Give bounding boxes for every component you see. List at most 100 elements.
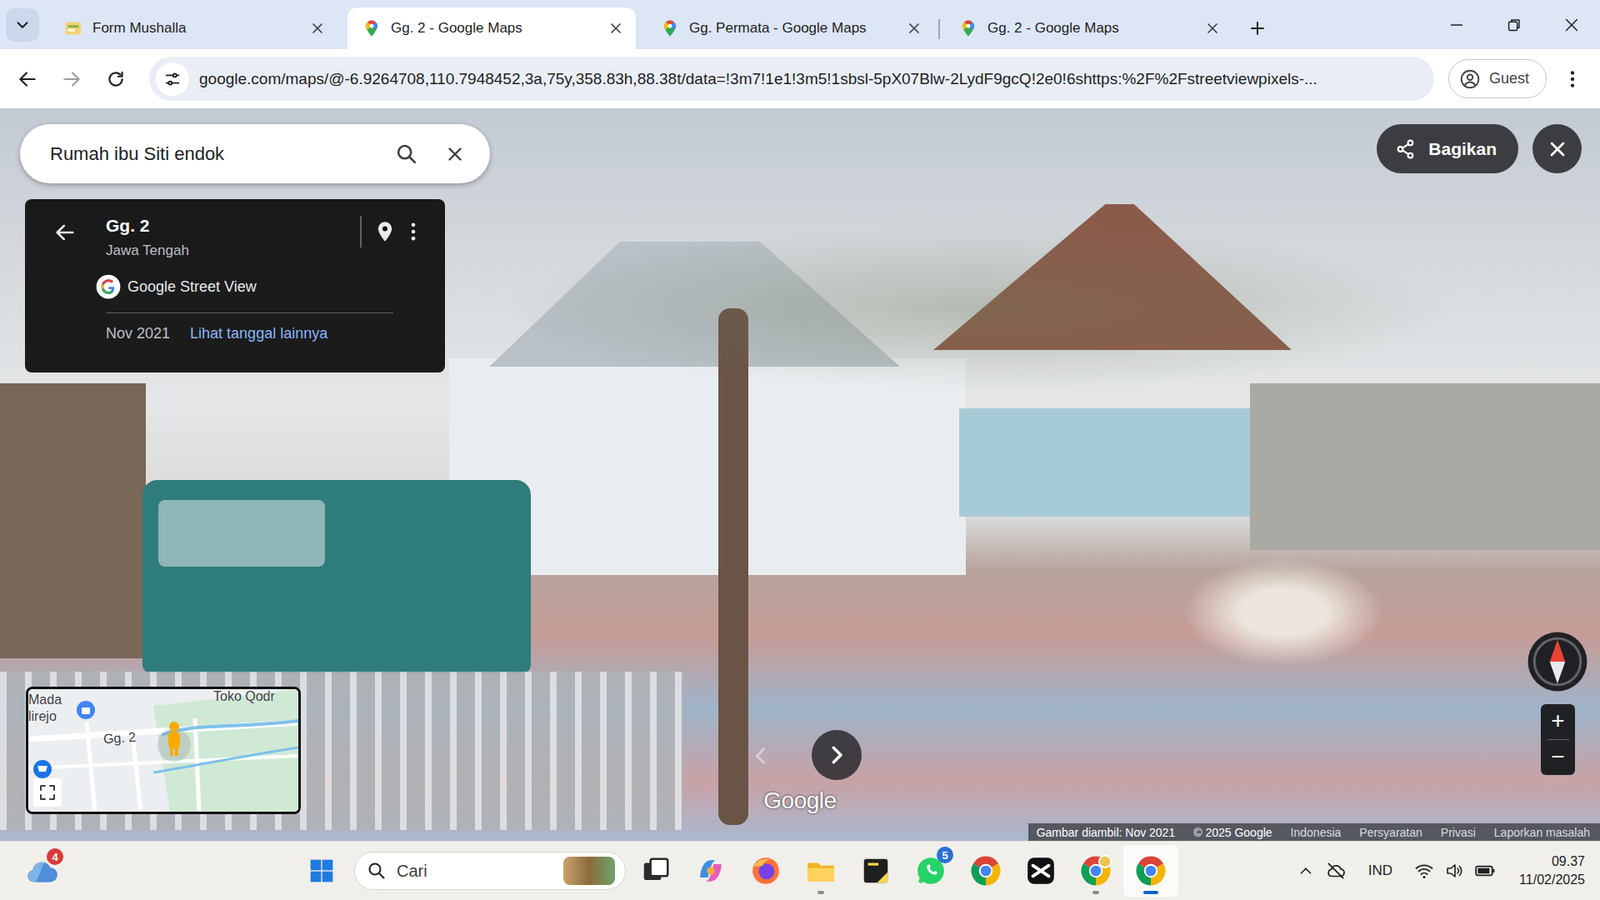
running-indicator (1092, 890, 1100, 895)
show-hidden-icons-icon[interactable] (1296, 861, 1315, 880)
clock-time: 09.37 (1551, 854, 1585, 870)
battery-icon[interactable] (1474, 860, 1496, 882)
forward-arrow-icon (53, 60, 90, 98)
source-label: Google Street View (127, 278, 257, 296)
zoom-out-button[interactable]: − (1550, 740, 1565, 775)
compass-icon[interactable] (1526, 630, 1589, 693)
other-dates-link[interactable]: Lihat tanggal lainnya (190, 325, 328, 343)
place-subtitle: Jawa Tengah (105, 242, 360, 260)
taskbar-app[interactable] (683, 845, 739, 897)
taskbar-app[interactable] (1068, 845, 1124, 897)
window-close-icon[interactable] (1542, 0, 1600, 50)
profile-icon (1459, 68, 1481, 90)
sticky-icon (860, 855, 892, 887)
map-label: lirejo (28, 709, 57, 725)
capcut-icon (1025, 855, 1057, 887)
form-icon (64, 19, 83, 38)
browser-tab[interactable]: Gg. Permata - Google Maps (645, 7, 935, 50)
place-title: Gg. 2 (105, 215, 360, 236)
tab-title: Gg. 2 - Google Maps (390, 20, 598, 37)
close-icon[interactable] (1204, 20, 1221, 37)
share-label: Bagikan (1428, 139, 1497, 160)
back-arrow-icon[interactable] (45, 215, 85, 250)
search-highlight-image[interactable] (563, 856, 615, 885)
browser-tab[interactable]: Gg. 2 - Google Maps (944, 7, 1233, 50)
google-maps-icon (959, 19, 978, 38)
taskbar-app[interactable] (793, 845, 849, 897)
clock[interactable]: 09.37 11/02/2025 (1519, 854, 1585, 888)
taskbar-app[interactable] (958, 845, 1014, 897)
more-options-icon[interactable] (401, 220, 425, 244)
taskbar-search[interactable]: Cari (354, 851, 626, 890)
profile-button[interactable]: Guest (1448, 59, 1547, 99)
clear-icon[interactable] (436, 135, 474, 173)
clock-date: 11/02/2025 (1519, 872, 1585, 888)
map-label: Mada (28, 692, 62, 708)
url-text[interactable]: google.com/maps/@-6.9264708,110.7948452,… (195, 70, 1421, 89)
zoom-control[interactable]: +− (1540, 704, 1575, 775)
chrome-profile-icon (1080, 855, 1112, 887)
zoom-in-button[interactable]: + (1550, 704, 1565, 740)
search-value[interactable]: Rumah ibu Siti endok (50, 143, 377, 165)
share-button[interactable]: Bagikan (1376, 124, 1519, 174)
footer-link[interactable]: Privasi (1440, 825, 1476, 840)
windows-start-icon[interactable] (296, 845, 347, 896)
place-card: Gg. 2Jawa TengahGoogle Street ViewNov 20… (25, 199, 445, 373)
close-icon[interactable] (607, 20, 625, 37)
running-indicator (1143, 890, 1159, 895)
input-language[interactable]: IND (1356, 862, 1405, 880)
minimize-icon[interactable] (1427, 0, 1485, 50)
reload-icon[interactable] (97, 60, 135, 98)
google-logo-icon (95, 274, 121, 300)
search-icon[interactable] (388, 135, 425, 173)
taskbar-app[interactable] (738, 845, 794, 897)
taskbar-app[interactable] (1013, 845, 1069, 897)
notification-badge: 4 (46, 848, 64, 865)
tab-title: Form Mushalla (92, 20, 300, 37)
explorer-icon (805, 855, 837, 887)
footer-link[interactable]: Laporkan masalah (1494, 825, 1590, 840)
onedrive-offline-icon[interactable] (1325, 860, 1347, 882)
street-view[interactable]: Rumah ibu Siti endok Gg. 2 Jawa Tengah Goog… (0, 108, 1600, 841)
close-icon[interactable] (309, 20, 326, 37)
search-box[interactable]: Rumah ibu Siti endok (20, 124, 490, 184)
taskbar-app[interactable]: 5 (903, 845, 959, 897)
chrome-icon (1135, 855, 1167, 887)
new-tab-plus-icon[interactable] (1247, 18, 1268, 39)
volume-icon[interactable] (1444, 860, 1465, 881)
expand-icon[interactable] (33, 778, 62, 807)
footer-link: Gambar diambil: Nov 2021 (1036, 825, 1176, 840)
search-placeholder[interactable]: Cari (396, 861, 554, 881)
map-label: Toko Qodr (213, 689, 275, 705)
profile-label: Guest (1489, 70, 1530, 88)
back-arrow-icon[interactable] (9, 60, 46, 98)
footer-link: © 2025 Google (1193, 825, 1272, 840)
site-info-icon[interactable] (155, 62, 190, 96)
taskbar-app[interactable] (1123, 845, 1179, 897)
taskbar-app[interactable] (848, 845, 904, 897)
chevron-right-icon[interactable] (811, 730, 862, 780)
map-pin-icon[interactable] (373, 220, 397, 244)
address-bar[interactable]: google.com/maps/@-6.9264708,110.7948452,… (149, 56, 1435, 101)
restore-icon[interactable] (1485, 0, 1543, 50)
notification-badge: 5 (936, 846, 954, 864)
wifi-icon[interactable] (1414, 860, 1435, 881)
taskbar-app[interactable] (628, 845, 684, 897)
menu-kebab-icon[interactable] (1554, 60, 1591, 98)
tab-search-button[interactable] (5, 8, 40, 42)
chrome-icon (970, 855, 1002, 887)
close-street-view-icon[interactable] (1532, 124, 1582, 174)
google-watermark: Google (750, 787, 850, 815)
browser-tab[interactable]: Gg. 2 - Google Maps (347, 7, 636, 50)
minimap[interactable]: MadalirejoGg. 2Toko Qodr (25, 686, 301, 815)
close-icon[interactable] (905, 20, 923, 37)
browser-tab[interactable]: Form Mushalla (49, 7, 338, 50)
chevron-left-icon[interactable] (748, 743, 774, 769)
firefox-icon (750, 855, 782, 887)
tab-title: Gg. Permata - Google Maps (689, 20, 896, 37)
weather-widget[interactable]: 4 (21, 851, 60, 890)
google-maps-icon (362, 19, 381, 38)
google-maps-icon (660, 19, 680, 38)
footer-link[interactable]: Persyaratan (1359, 825, 1422, 840)
footer-link[interactable]: Indonesia (1290, 825, 1342, 840)
